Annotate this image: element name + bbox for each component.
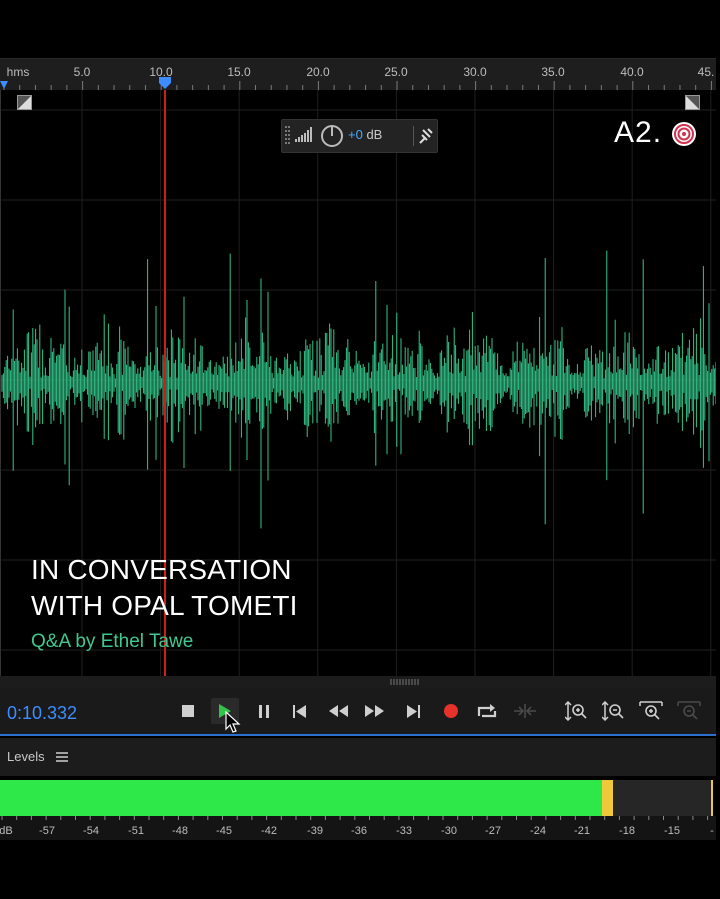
skip-selection-icon [514, 704, 536, 718]
gain-unit: dB [366, 127, 383, 142]
fade-in-handle-icon[interactable] [17, 95, 32, 110]
level-meter-peak [601, 780, 613, 816]
level-meter-clip-indicator [711, 780, 713, 816]
loop-icon [477, 704, 497, 718]
logo: A2. [614, 116, 662, 150]
stop-icon [182, 705, 194, 717]
level-scale-label: -36 [351, 825, 367, 837]
stop-button[interactable] [174, 698, 202, 724]
level-scale-label: -27 [485, 825, 501, 837]
level-scale-label: -42 [261, 825, 277, 837]
skip-to-end-icon [407, 704, 420, 718]
record-icon [444, 704, 458, 718]
level-scale-label: -51 [128, 825, 144, 837]
zoom-in-amplitude-icon [565, 701, 587, 721]
skip-to-start-button[interactable] [286, 698, 314, 724]
gain-knob-icon[interactable] [320, 124, 344, 148]
overlay-subtitle: Q&A by Ethel Tawe [31, 631, 194, 652]
level-scale-ticks [1, 816, 709, 820]
level-meter-scale: dB -57 -54 -51 -48 -45 -42 -39 -36 -33 -30 -27 -24 -2… [0, 816, 716, 840]
panel-menu-icon[interactable] [56, 752, 68, 762]
skip-selection-button [511, 698, 539, 724]
pin-icon[interactable] [419, 128, 433, 144]
spiral-logo-icon [672, 122, 696, 146]
current-time-display[interactable]: 0:10.332 [7, 703, 77, 724]
level-scale-label: -24 [530, 825, 546, 837]
level-meter-fill [0, 780, 602, 816]
mouse-cursor-icon [225, 711, 241, 733]
level-scale-label: -54 [83, 825, 99, 837]
level-scale-label: - [710, 825, 714, 837]
logo-text: A2. [614, 116, 663, 149]
gain-readout[interactable]: +0 dB [348, 127, 382, 142]
gain-value: +0 [348, 127, 363, 142]
level-scale-label: -21 [574, 825, 590, 837]
fast-forward-icon [365, 705, 384, 717]
ruler-ticks [0, 77, 712, 91]
hud-gain-control[interactable]: +0 dB [281, 119, 438, 153]
record-button[interactable] [437, 698, 465, 724]
overlay-title-line1: IN CONVERSATION [31, 554, 292, 585]
zoom-in-time-icon [639, 701, 663, 720]
zoom-in-amplitude-button[interactable] [562, 698, 590, 724]
zoom-out-amplitude-icon [602, 701, 624, 721]
horizontal-scrollbar[interactable] [0, 676, 716, 688]
level-scale-label: -18 [619, 825, 635, 837]
level-scale-label: -39 [307, 825, 323, 837]
fade-out-handle-icon[interactable] [685, 95, 700, 110]
level-scale-label: dB [0, 825, 13, 837]
level-scale-label: -48 [172, 825, 188, 837]
zoom-in-time-button[interactable] [637, 698, 665, 724]
overlay-title-line2: WITH OPAL TOMETI [31, 590, 298, 621]
loop-button[interactable] [473, 698, 501, 724]
level-scale-label: -45 [216, 825, 232, 837]
waveform-editor[interactable] [0, 90, 716, 676]
rewind-button[interactable] [325, 698, 353, 724]
level-scale-label: -30 [441, 825, 457, 837]
pause-button[interactable] [250, 698, 278, 724]
level-scale-label: -15 [664, 825, 680, 837]
level-scale-label: -57 [39, 825, 55, 837]
drag-grip-icon[interactable] [285, 126, 291, 146]
hud-divider [413, 126, 414, 146]
waveform-display [0, 90, 716, 676]
rewind-icon [329, 705, 348, 717]
levels-panel-header [0, 738, 716, 776]
scroll-grip-icon[interactable] [390, 679, 420, 685]
level-scale-label: -33 [396, 825, 412, 837]
playhead-line[interactable] [164, 90, 166, 676]
skip-to-start-icon [293, 704, 306, 718]
levels-panel-title: Levels [7, 749, 45, 764]
time-ruler[interactable]: hms 5.0 10.0 15.0 20.0 25.0 30.0 35.0 40… [0, 58, 716, 91]
pause-icon [259, 704, 269, 718]
zoom-out-time-icon [677, 701, 701, 720]
fast-forward-button[interactable] [361, 698, 389, 724]
volume-bars-icon [295, 127, 312, 142]
in-point-marker[interactable] [0, 81, 8, 89]
zoom-out-amplitude-button[interactable] [599, 698, 627, 724]
zoom-out-time-button [675, 698, 703, 724]
skip-to-end-button[interactable] [399, 698, 427, 724]
